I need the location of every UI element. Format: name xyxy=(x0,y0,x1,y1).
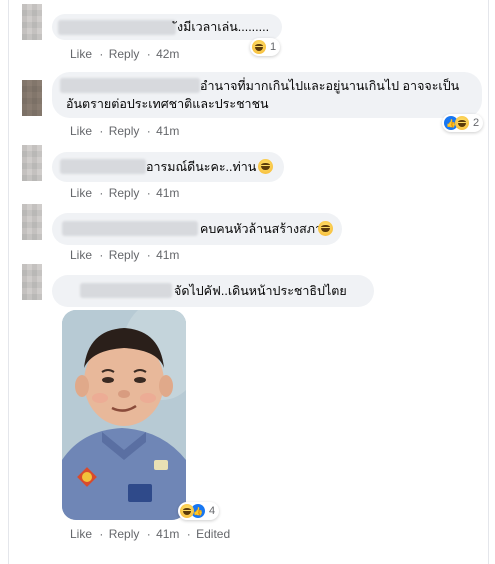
comment-bubble: อารมณ์ดีนะคะ..ท่าน xyxy=(52,152,284,182)
haha-icon xyxy=(252,40,266,54)
frame-right-border xyxy=(488,0,489,564)
timestamp[interactable]: 41m xyxy=(156,248,179,262)
separator: · xyxy=(99,47,104,61)
laughing-emoji-icon xyxy=(318,221,333,236)
like-link[interactable]: Like xyxy=(70,186,92,200)
blurred-author-name xyxy=(60,78,200,93)
separator: · xyxy=(146,124,151,138)
reaction-summary[interactable]: 👍 4 xyxy=(178,502,220,520)
reply-link[interactable]: Reply xyxy=(109,248,140,262)
blurred-author-name xyxy=(60,159,146,174)
separator: · xyxy=(146,47,151,61)
comment-actions: Like · Reply · 41m xyxy=(70,186,181,200)
comment-actions: Like · Reply · 41m · Edited xyxy=(70,527,232,541)
separator: · xyxy=(146,186,151,200)
reaction-count: 2 xyxy=(473,117,480,129)
like-link[interactable]: Like xyxy=(70,47,92,61)
separator: · xyxy=(99,124,104,138)
comment-text: คบคนหัวล้านสร้างสภา xyxy=(200,222,323,236)
avatar[interactable] xyxy=(22,145,42,181)
blurred-author-name xyxy=(58,20,176,35)
child-photo-illustration xyxy=(62,310,186,520)
comment-bubble: อำนาจที่มากเกินไปและอยู่นานเกินไป อาจจะเ… xyxy=(52,72,482,118)
comment-bubble: คบคนหัวล้านสร้างสภา xyxy=(52,213,342,245)
separator: · xyxy=(99,527,104,541)
separator: · xyxy=(99,248,104,262)
like-link[interactable]: Like xyxy=(70,527,92,541)
reaction-summary[interactable]: 👍 2 xyxy=(442,114,484,132)
comment-actions: Like · Reply · 41m xyxy=(70,248,181,262)
reaction-summary[interactable]: 1 xyxy=(250,38,281,56)
separator: · xyxy=(186,527,191,541)
reply-link[interactable]: Reply xyxy=(109,186,140,200)
timestamp[interactable]: 42m xyxy=(156,47,179,61)
blurred-author-name xyxy=(80,283,172,298)
edited-label: Edited xyxy=(196,527,231,541)
blurred-author-name xyxy=(62,221,198,236)
comment-text: อารมณ์ดีนะคะ..ท่าน xyxy=(146,160,257,174)
timestamp[interactable]: 41m xyxy=(156,186,179,200)
comment-bubble: ังมีเวลาเล่น......... xyxy=(52,14,282,40)
comment-text-line-2: อันตรายต่อประเทศชาติและประชาชน xyxy=(66,97,269,111)
comment-actions: Like · Reply · 42m xyxy=(70,47,181,61)
reaction-count: 1 xyxy=(270,41,277,53)
like-link[interactable]: Like xyxy=(70,248,92,262)
attached-photo[interactable] xyxy=(62,310,186,520)
grin-emoji-icon xyxy=(258,159,273,174)
comment-text: จัดไปคัฟ..เดินหน้าประชาธิปไตย xyxy=(174,284,347,298)
avatar[interactable] xyxy=(22,80,42,116)
haha-icon xyxy=(180,504,194,518)
timestamp[interactable]: 41m xyxy=(156,124,179,138)
like-link[interactable]: Like xyxy=(70,124,92,138)
comment-bubble: จัดไปคัฟ..เดินหน้าประชาธิปไตย xyxy=(52,275,374,307)
avatar[interactable] xyxy=(22,4,42,40)
reply-link[interactable]: Reply xyxy=(109,124,140,138)
reply-link[interactable]: Reply xyxy=(109,527,140,541)
separator: · xyxy=(99,186,104,200)
haha-icon xyxy=(455,116,469,130)
comment-text-line-1: อำนาจที่มากเกินไปและอยู่นานเกินไป อาจจะเ… xyxy=(200,79,460,93)
comment-text: ังมีเวลาเล่น......... xyxy=(177,20,270,34)
comment-actions: Like · Reply · 41m xyxy=(70,124,181,138)
avatar[interactable] xyxy=(22,204,42,240)
avatar[interactable] xyxy=(22,264,42,300)
separator: · xyxy=(146,248,151,262)
reply-link[interactable]: Reply xyxy=(109,47,140,61)
separator: · xyxy=(146,527,151,541)
frame-left-border xyxy=(8,0,9,564)
reaction-count: 4 xyxy=(209,505,216,517)
timestamp[interactable]: 41m xyxy=(156,527,179,541)
